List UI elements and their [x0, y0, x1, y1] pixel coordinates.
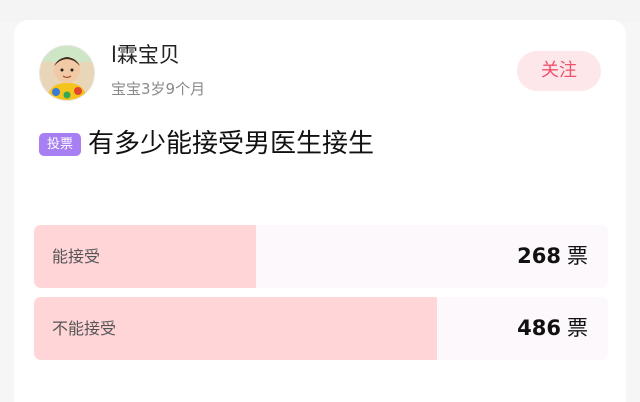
- top-divider-strip: [0, 0, 640, 22]
- vote-unit: 票: [567, 244, 588, 268]
- vote-count: 268: [517, 244, 561, 268]
- avatar-photo: [40, 46, 94, 100]
- author-name[interactable]: l霖宝贝: [111, 42, 180, 68]
- poll-option-accept[interactable]: 能接受 268 票: [34, 225, 608, 288]
- vote-count: 486: [517, 316, 561, 340]
- poll-question: 有多少能接受男医生接生: [88, 129, 375, 159]
- baby-age: 宝宝3岁9个月: [111, 80, 206, 98]
- poll-option-votes: 486 票: [517, 297, 588, 360]
- avatar[interactable]: [39, 45, 95, 101]
- post-card: l霖宝贝 宝宝3岁9个月 关注 投票 有多少能接受男医生接生 能接受 268 票 …: [14, 20, 626, 402]
- follow-button[interactable]: 关注: [517, 51, 601, 91]
- vote-tag-badge: 投票: [39, 133, 81, 156]
- vote-unit: 票: [567, 316, 588, 340]
- poll-option-votes: 268 票: [517, 225, 588, 288]
- poll-option-label: 能接受: [52, 247, 101, 266]
- poll-option-reject[interactable]: 不能接受 486 票: [34, 297, 608, 360]
- poll-option-label: 不能接受: [52, 319, 117, 338]
